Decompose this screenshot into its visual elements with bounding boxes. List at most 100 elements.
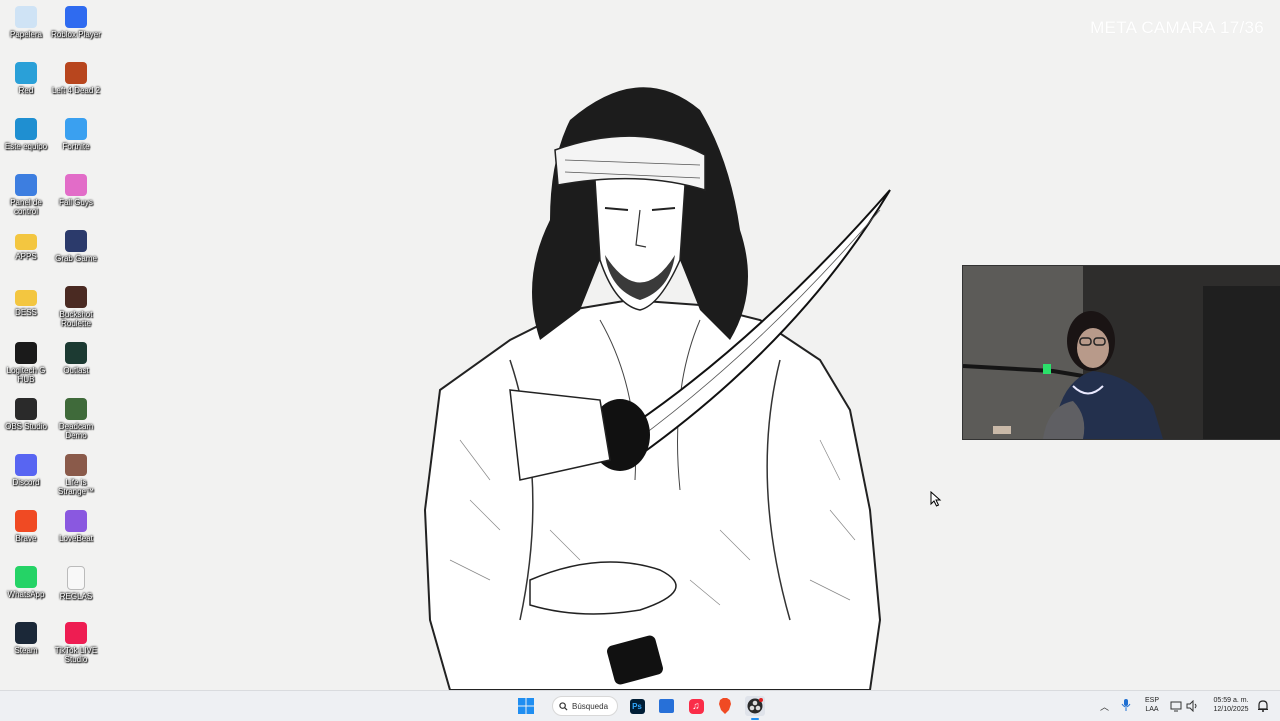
folder-icon [15,234,37,250]
desktop-icon-steam[interactable]: Steam [0,620,52,674]
brave-icon [719,698,731,714]
network-icon [15,62,37,84]
desktop: Papelera Roblox Player Red Left 4 Dead 2 Est… [0,0,1280,690]
network-icon [1170,701,1182,712]
desktop-icon-label: APPS [15,252,37,261]
folder-icon [15,290,37,306]
computer-icon [15,118,37,140]
desktop-icon-whatsapp[interactable]: WhatsApp [0,564,52,618]
chevron-up-icon: ︿ [1100,702,1110,712]
desktop-icon-label: Deadcam Demo [58,422,94,440]
network-button[interactable] [1170,699,1182,717]
brave-button[interactable] [715,696,735,716]
store-icon [658,699,674,713]
desktop-icon-logitech-g-hub[interactable]: Logitech G HUB [0,340,52,394]
desktop-icon-papelera[interactable]: Papelera [0,4,52,58]
steam-icon [15,622,37,644]
desktop-icon-fall-guys[interactable]: Fall Guys [50,172,102,226]
desktop-icon-tiktok-live-studio[interactable]: TikTok LIVE Studio [50,620,102,674]
language-indicator[interactable]: ESP LAA [1140,696,1164,714]
desktop-icon-label: DESS [15,308,37,317]
clock-time: 05:59 a. m. [1213,697,1249,704]
desktop-icon-label: Steam [14,646,38,655]
left4dead-icon [65,62,87,84]
notification-bell-icon [1258,700,1268,712]
taskbar: Búsqueda Ps ♫ ︿ ESP LAA 05:59 a. m. 12/1… [0,690,1280,721]
desktop-icon-label: Grab Game [55,254,97,263]
desktop-icon-left-4-dead-2[interactable]: Left 4 Dead 2 [50,60,102,114]
webcam-feed [963,266,1280,439]
clock[interactable]: 05:59 a. m. 12/10/2025 [1202,696,1260,714]
desktop-icon-label: Este equipo [4,142,48,151]
search-icon [559,701,568,711]
webcam-overlay [962,265,1280,440]
desktop-icon-este-equipo[interactable]: Este equipo [0,116,52,170]
desktop-icon-label: Papelera [9,30,43,39]
desktop-icon-label: Left 4 Dead 2 [51,86,101,95]
fortnite-icon [65,118,87,140]
microphone-button[interactable] [1121,698,1131,717]
roblox-icon [65,6,87,28]
clock-date: 12/10/2025 [1213,706,1249,713]
desktop-icon-fortnite[interactable]: Fortnite [50,116,102,170]
desktop-icon-label: Roblox Player [51,30,101,39]
desktop-icon-label: LoveBeat [59,534,93,543]
buckshot-icon [65,286,87,308]
desktop-icon-discord[interactable]: Discord [0,452,52,506]
search-box[interactable]: Búsqueda [552,696,618,716]
desktop-icon-label: Discord [12,478,40,487]
desktop-icon-red[interactable]: Red [0,60,52,114]
desktop-icon-grab-game[interactable]: Grab Game [50,228,102,282]
desktop-icon-label: Logitech G HUB [6,366,46,384]
show-hidden-icons-button[interactable]: ︿ [1100,700,1109,713]
start-button[interactable] [516,696,536,716]
desktop-icon-label: Life is Strange™ [57,478,95,496]
tiktok-live-icon [65,622,87,644]
logitech-icon [15,342,37,364]
life-is-strange-icon [65,454,87,476]
desktop-icon-apps[interactable]: APPS [0,228,52,282]
desktop-icon-label: Fortnite [62,142,90,151]
desktop-icon-buckshot-roulette[interactable]: Buckshot Roulette [50,284,102,338]
desktop-icon-lovebeat[interactable]: LoveBeat [50,508,102,562]
volume-button[interactable] [1186,699,1198,717]
photoshop-button[interactable]: Ps [627,696,647,716]
search-label: Búsqueda [572,701,609,711]
lovebeat-icon [65,510,87,532]
obs-icon [15,398,37,420]
store-button[interactable] [656,696,676,716]
obs-button[interactable] [745,696,765,716]
fall-guys-icon [65,174,87,196]
speaker-icon [1186,699,1197,713]
desktop-icon-panel-de-control[interactable]: Panel de control [0,172,52,226]
text-file-icon [67,566,85,590]
desktop-icon-label: REGLAS [59,592,93,601]
windows-icon [518,698,534,714]
desktop-icon-roblox-player[interactable]: Roblox Player [50,4,102,58]
itunes-icon: ♫ [688,698,704,714]
grab-game-icon [65,230,87,252]
desktop-icon-deadcam-demo[interactable]: Deadcam Demo [50,396,102,450]
obs-icon [747,698,763,714]
desktop-icon-label: Panel de control [10,198,42,216]
desktop-icon-reglas[interactable]: REGLAS [50,564,102,618]
whatsapp-icon [15,566,37,588]
desktop-icon-label: Buckshot Roulette [59,310,93,328]
desktop-icon-dess[interactable]: DESS [0,284,52,338]
desktop-icon-brave[interactable]: Brave [0,508,52,562]
meta-camara-overlay: META CAMARA 17/36 [1090,18,1264,37]
photoshop-icon: Ps [629,698,645,714]
language-code: ESP [1144,697,1159,704]
desktop-icon-outlast[interactable]: Outlast [50,340,102,394]
deadcam-icon [65,398,87,420]
brave-icon [15,510,37,532]
music-button[interactable]: ♫ [686,696,706,716]
control-panel-icon [15,174,37,196]
desktop-icon-label: TikTok LIVE Studio [54,646,98,664]
notifications-button[interactable] [1257,699,1269,717]
desktop-icon-obs-studio[interactable]: OBS Studio [0,396,52,450]
desktop-icon-label: Fall Guys [59,198,93,207]
discord-icon [15,454,37,476]
desktop-icon-life-is-strange[interactable]: Life is Strange™ [50,452,102,506]
desktop-icon-label: WhatsApp [7,590,45,599]
